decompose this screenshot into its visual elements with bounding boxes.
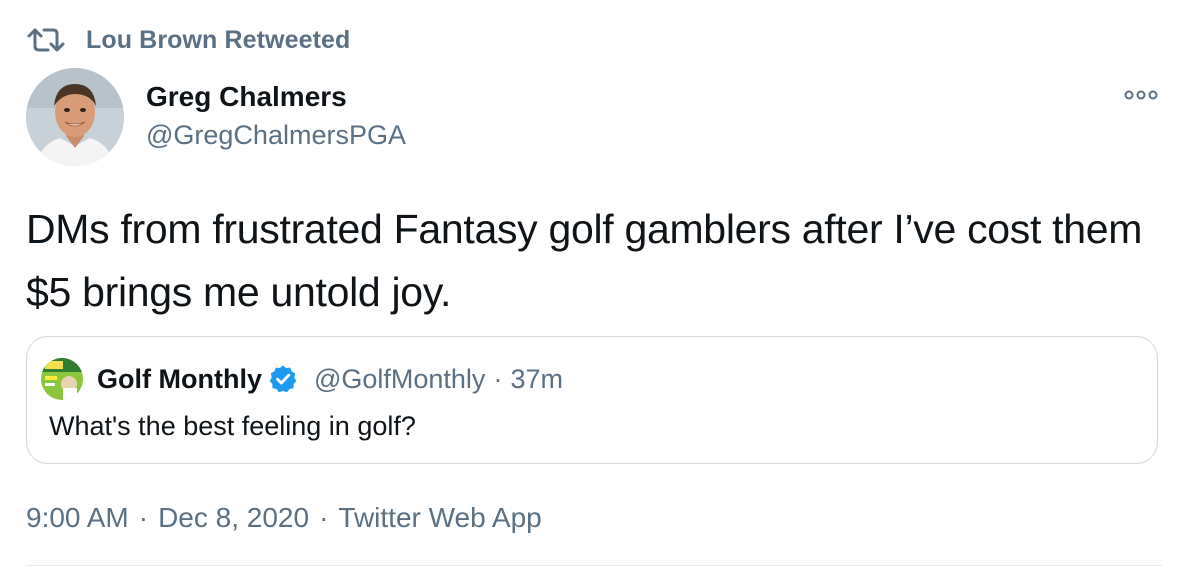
quoted-timestamp[interactable]: 37m xyxy=(510,364,563,395)
more-options-button[interactable] xyxy=(1116,84,1166,108)
quoted-tweet[interactable]: Golf Monthly @GolfMonthly · 37m What's t… xyxy=(26,336,1158,464)
separator-dot: · xyxy=(138,502,149,533)
retweet-icon xyxy=(26,25,66,55)
retweet-label[interactable]: Lou Brown Retweeted xyxy=(86,26,350,55)
divider xyxy=(26,565,1162,566)
author-handle[interactable]: @GregChalmersPGA xyxy=(146,118,406,152)
author-name[interactable]: Greg Chalmers xyxy=(146,80,347,114)
quoted-tweet-header: Golf Monthly @GolfMonthly · 37m xyxy=(41,358,563,400)
avatar[interactable] xyxy=(26,68,124,166)
quoted-author-name[interactable]: Golf Monthly xyxy=(97,364,262,395)
quoted-tweet-text: What's the best feeling in golf? xyxy=(49,411,416,441)
retweet-context: Lou Brown Retweeted xyxy=(26,22,350,58)
separator-dot: · xyxy=(493,363,503,394)
more-options-icon xyxy=(1124,87,1158,105)
tweet-text: DMs from frustrated Fantasy golf gambler… xyxy=(26,206,1143,315)
tweet-date[interactable]: Dec 8, 2020 xyxy=(158,502,309,534)
separator-dot: · xyxy=(319,502,329,533)
tweet-source[interactable]: Twitter Web App xyxy=(338,502,541,534)
tweet-metadata: 9:00 AM · Dec 8, 2020 · Twitter Web App xyxy=(26,498,542,538)
quoted-avatar[interactable] xyxy=(41,358,83,400)
tweet-time[interactable]: 9:00 AM xyxy=(26,502,129,534)
verified-badge-icon xyxy=(268,364,298,394)
quoted-author-handle[interactable]: @GolfMonthly xyxy=(314,364,485,395)
